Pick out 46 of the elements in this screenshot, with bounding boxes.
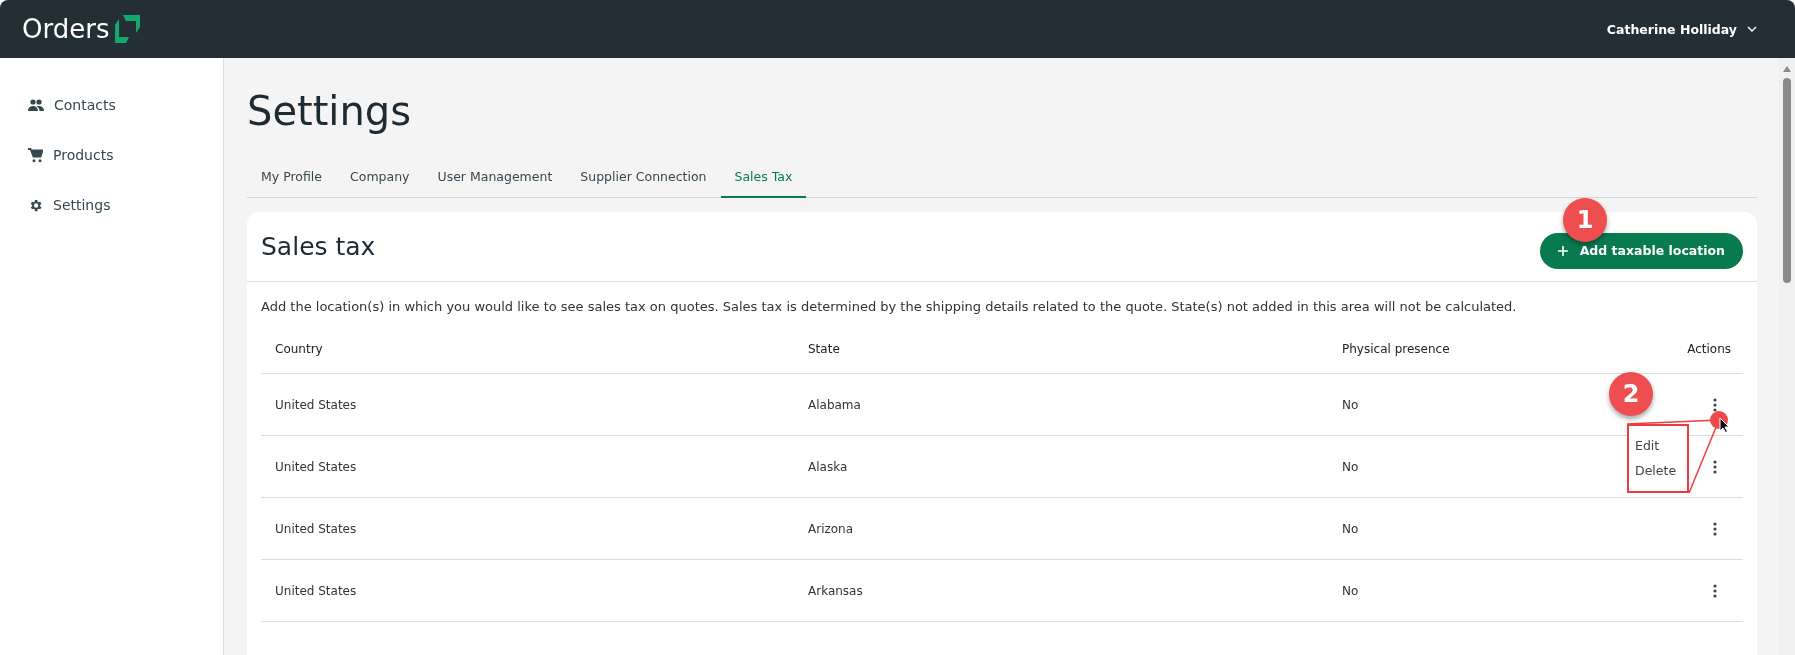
table-cell: Alaska (794, 436, 1328, 498)
tab[interactable]: User Management (423, 159, 567, 198)
column-header: Physical presence (1328, 316, 1623, 374)
more-icon (1713, 583, 1717, 598)
scrollbar[interactable] (1779, 58, 1795, 655)
table-cell: No (1328, 498, 1623, 560)
tab[interactable]: Company (336, 159, 424, 198)
sidebar-item[interactable]: Settings (28, 192, 223, 218)
table-cell: United States (261, 498, 794, 560)
scroll-up-icon (1783, 66, 1791, 72)
table-cell: United States (261, 560, 794, 622)
card-title: Sales tax (261, 232, 376, 261)
table-cell: United States (261, 436, 794, 498)
tab[interactable]: My Profile (247, 159, 337, 198)
menu-item[interactable]: Delete (1633, 461, 1687, 480)
table-cell: Arizona (794, 498, 1328, 560)
tab[interactable]: Supplier Connection (566, 159, 721, 198)
plus-icon (1557, 245, 1568, 256)
logo-icon (115, 15, 141, 43)
cursor-icon (1719, 416, 1730, 433)
settings-icon (28, 197, 43, 213)
page-title: Settings (247, 87, 413, 136)
chevron-down-icon (1747, 26, 1757, 32)
user-menu-button[interactable]: Catherine Holliday (1602, 17, 1761, 41)
table-cell: No (1328, 436, 1623, 498)
callout-badge: 2 (1609, 371, 1653, 416)
description-text: Add the location(s) in which you would like to see sales tax on quotes. Sales tax is determined by the shipping details related to the quote. State(s) not added in this area will not be calculated. (261, 298, 1518, 316)
table-cell: Alabama (794, 374, 1328, 436)
table-cell: Arkansas (794, 560, 1328, 622)
add-location-button[interactable]: Add taxable location (1539, 232, 1743, 269)
callout-badge: 1 (1563, 198, 1607, 242)
more-icon (1713, 459, 1717, 474)
table-cell: No (1328, 560, 1623, 622)
tab[interactable]: Sales Tax (720, 159, 807, 198)
more-icon (1713, 397, 1717, 412)
app-logo-text: Orders (22, 14, 110, 44)
people-icon (28, 99, 44, 111)
cart-icon (28, 147, 43, 163)
scrollbar-thumb[interactable] (1783, 78, 1791, 283)
menu-item[interactable]: Edit (1633, 436, 1687, 455)
column-header: Country (261, 316, 794, 374)
column-header: State (794, 316, 1328, 374)
sidebar-item[interactable]: Products (28, 142, 223, 168)
more-icon (1713, 521, 1717, 536)
sidebar-item[interactable]: Contacts (28, 92, 223, 118)
table-cell: United States (261, 374, 794, 436)
